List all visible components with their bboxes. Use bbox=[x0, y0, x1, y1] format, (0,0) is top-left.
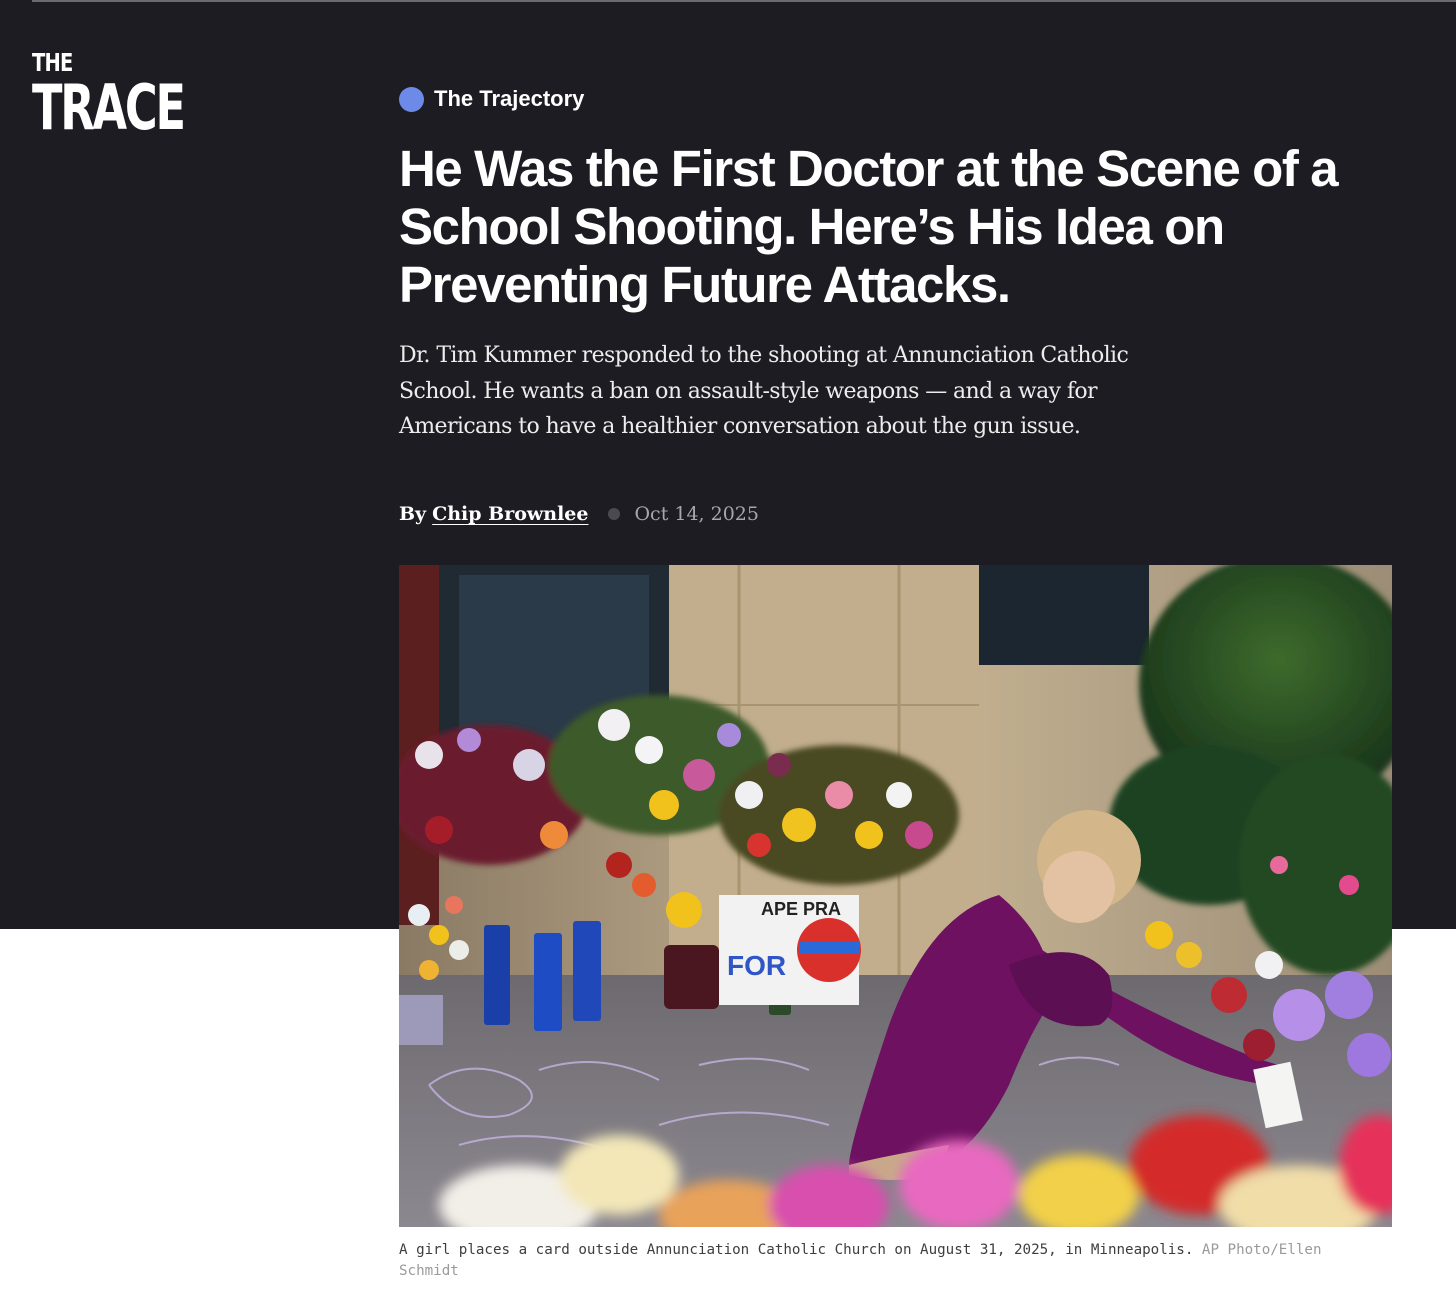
series-link[interactable]: The Trajectory bbox=[399, 86, 584, 112]
photo-caption: A girl places a card outside Annunciatio… bbox=[399, 1240, 1339, 1282]
sign-text-top: APE PRA bbox=[761, 899, 841, 919]
sign-text-for: FOR bbox=[727, 950, 786, 981]
logo-line-2: TRACE bbox=[32, 71, 186, 144]
series-label: The Trajectory bbox=[434, 86, 585, 111]
article-headline: He Was the First Doctor at the Scene of … bbox=[399, 140, 1339, 313]
top-divider bbox=[32, 0, 1456, 2]
series-dot-icon bbox=[399, 86, 424, 112]
byline-separator-dot bbox=[608, 508, 621, 520]
publish-date: Oct 14, 2025 bbox=[634, 503, 759, 525]
caption-text: A girl places a card outside Annunciatio… bbox=[399, 1242, 1194, 1258]
article-dek: Dr. Tim Kummer responded to the shooting… bbox=[399, 343, 1129, 439]
byline: By Chip Brownlee Oct 14, 2025 bbox=[399, 503, 759, 525]
byline-prefix: By bbox=[399, 503, 427, 525]
the-trace-logo[interactable]: THE TRACE bbox=[32, 50, 243, 139]
author-link[interactable]: Chip Brownlee bbox=[432, 503, 588, 525]
lead-photo: FOR APE PRA bbox=[399, 565, 1392, 1227]
